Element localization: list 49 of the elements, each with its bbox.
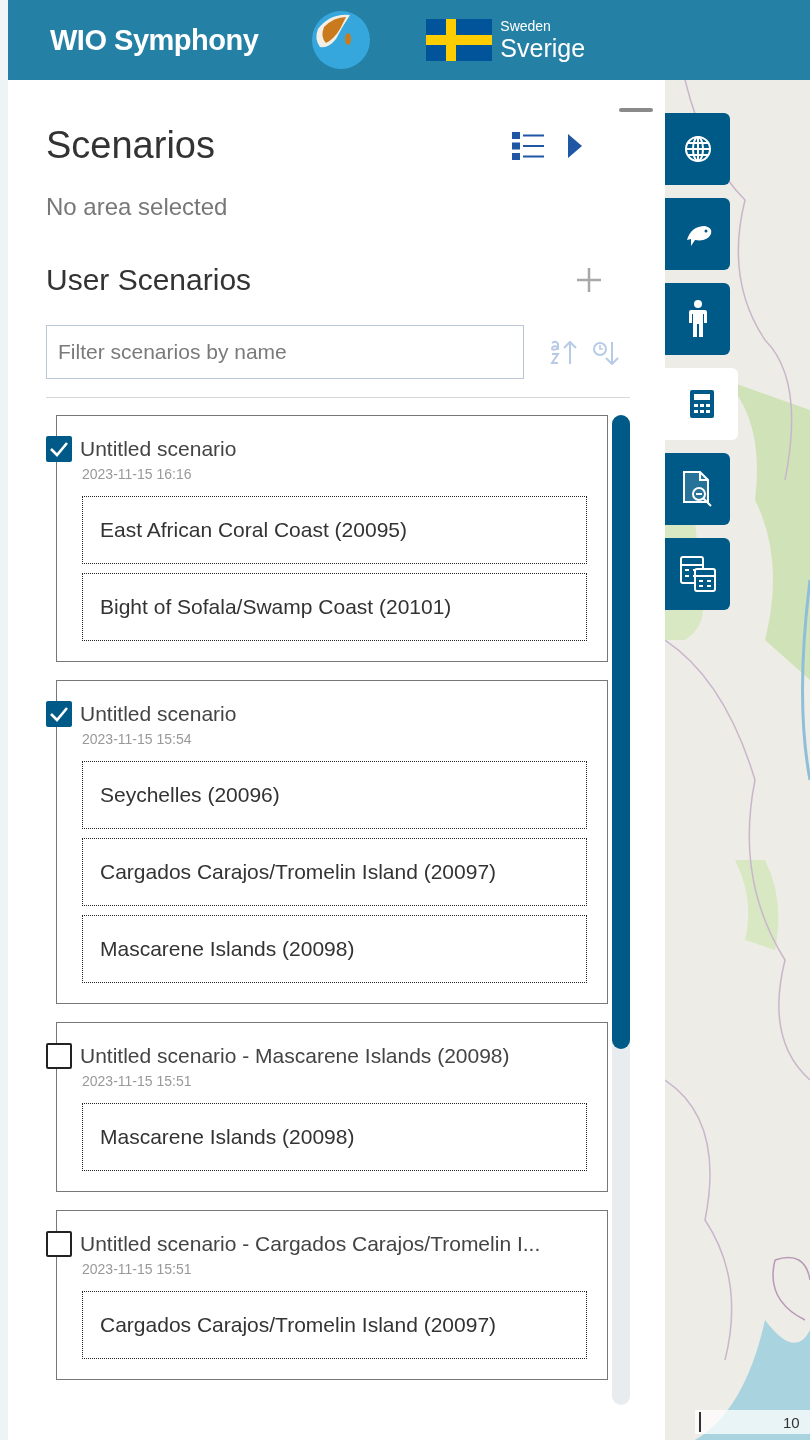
area-item[interactable]: East African Coral Coast (20095)	[82, 496, 587, 564]
scale-tick	[699, 1412, 701, 1432]
checkbox[interactable]	[46, 436, 72, 462]
area-item[interactable]: Bight of Sofala/Swamp Coast (20101)	[82, 573, 587, 641]
filter-field[interactable]: Filter scenarios by name	[46, 325, 524, 379]
collapse-handle[interactable]	[619, 108, 653, 112]
scrollbar[interactable]	[612, 415, 630, 1405]
app-title: WIO Symphony	[50, 23, 259, 57]
scenario-card[interactable]	[56, 680, 608, 1004]
scenario-date: 2023-11-15 15:54	[82, 731, 193, 747]
scenario-date: 2023-11-15 15:51	[82, 1073, 193, 1089]
country-native-name: Sverige	[500, 34, 586, 62]
scenario-card[interactable]	[56, 1022, 608, 1192]
list-icon[interactable]	[512, 131, 544, 160]
scale-label: 10	[783, 1413, 800, 1431]
scenario-name: Untitled scenario - Cargados Carajos/Tromelin I...	[80, 1232, 541, 1256]
tool-globe-button[interactable]	[665, 113, 730, 185]
section-title: User Scenarios	[46, 263, 253, 297]
tool-calculators-button[interactable]	[665, 538, 730, 610]
globe-icon	[683, 135, 712, 163]
person-icon	[687, 300, 708, 338]
calculators-icon	[678, 555, 717, 593]
scenario-card[interactable]	[56, 415, 608, 662]
checkbox[interactable]	[46, 1231, 72, 1257]
tool-calculator-button[interactable]	[665, 368, 738, 440]
scenario-name: Untitled scenario - Mascarene Islands (20098)	[80, 1044, 510, 1068]
document-search-icon	[681, 470, 714, 508]
country-name: Sweden	[500, 18, 552, 34]
tool-report-button[interactable]	[665, 453, 730, 525]
calculator-icon	[689, 390, 714, 418]
panel-title: Scenarios	[46, 124, 216, 167]
scenario-date: 2023-11-15 16:16	[82, 466, 193, 482]
tool-fish-button[interactable]	[665, 198, 730, 270]
globe-logo-icon	[310, 9, 373, 71]
area-item[interactable]: Mascarene Islands (20098)	[82, 1103, 587, 1171]
scenario-date: 2023-11-15 15:51	[82, 1261, 193, 1277]
flag-icon	[426, 19, 493, 61]
area-item[interactable]: Seychelles (20096)	[82, 761, 587, 829]
area-status-text: No area selected	[46, 193, 229, 221]
area-item[interactable]: Mascarene Islands (20098)	[82, 915, 587, 983]
scenario-name: Untitled scenario	[80, 437, 237, 461]
scenario-card[interactable]	[56, 1210, 608, 1380]
play-icon[interactable]	[568, 133, 582, 158]
scenario-name: Untitled scenario	[80, 702, 237, 726]
area-item[interactable]: Cargados Carajos/Tromelin Island (20097)	[82, 1291, 587, 1359]
tool-person-button[interactable]	[665, 283, 730, 355]
checkbox[interactable]	[46, 1043, 72, 1069]
checkbox[interactable]	[46, 701, 72, 727]
area-item[interactable]: Cargados Carajos/Tromelin Island (20097)	[82, 838, 587, 906]
